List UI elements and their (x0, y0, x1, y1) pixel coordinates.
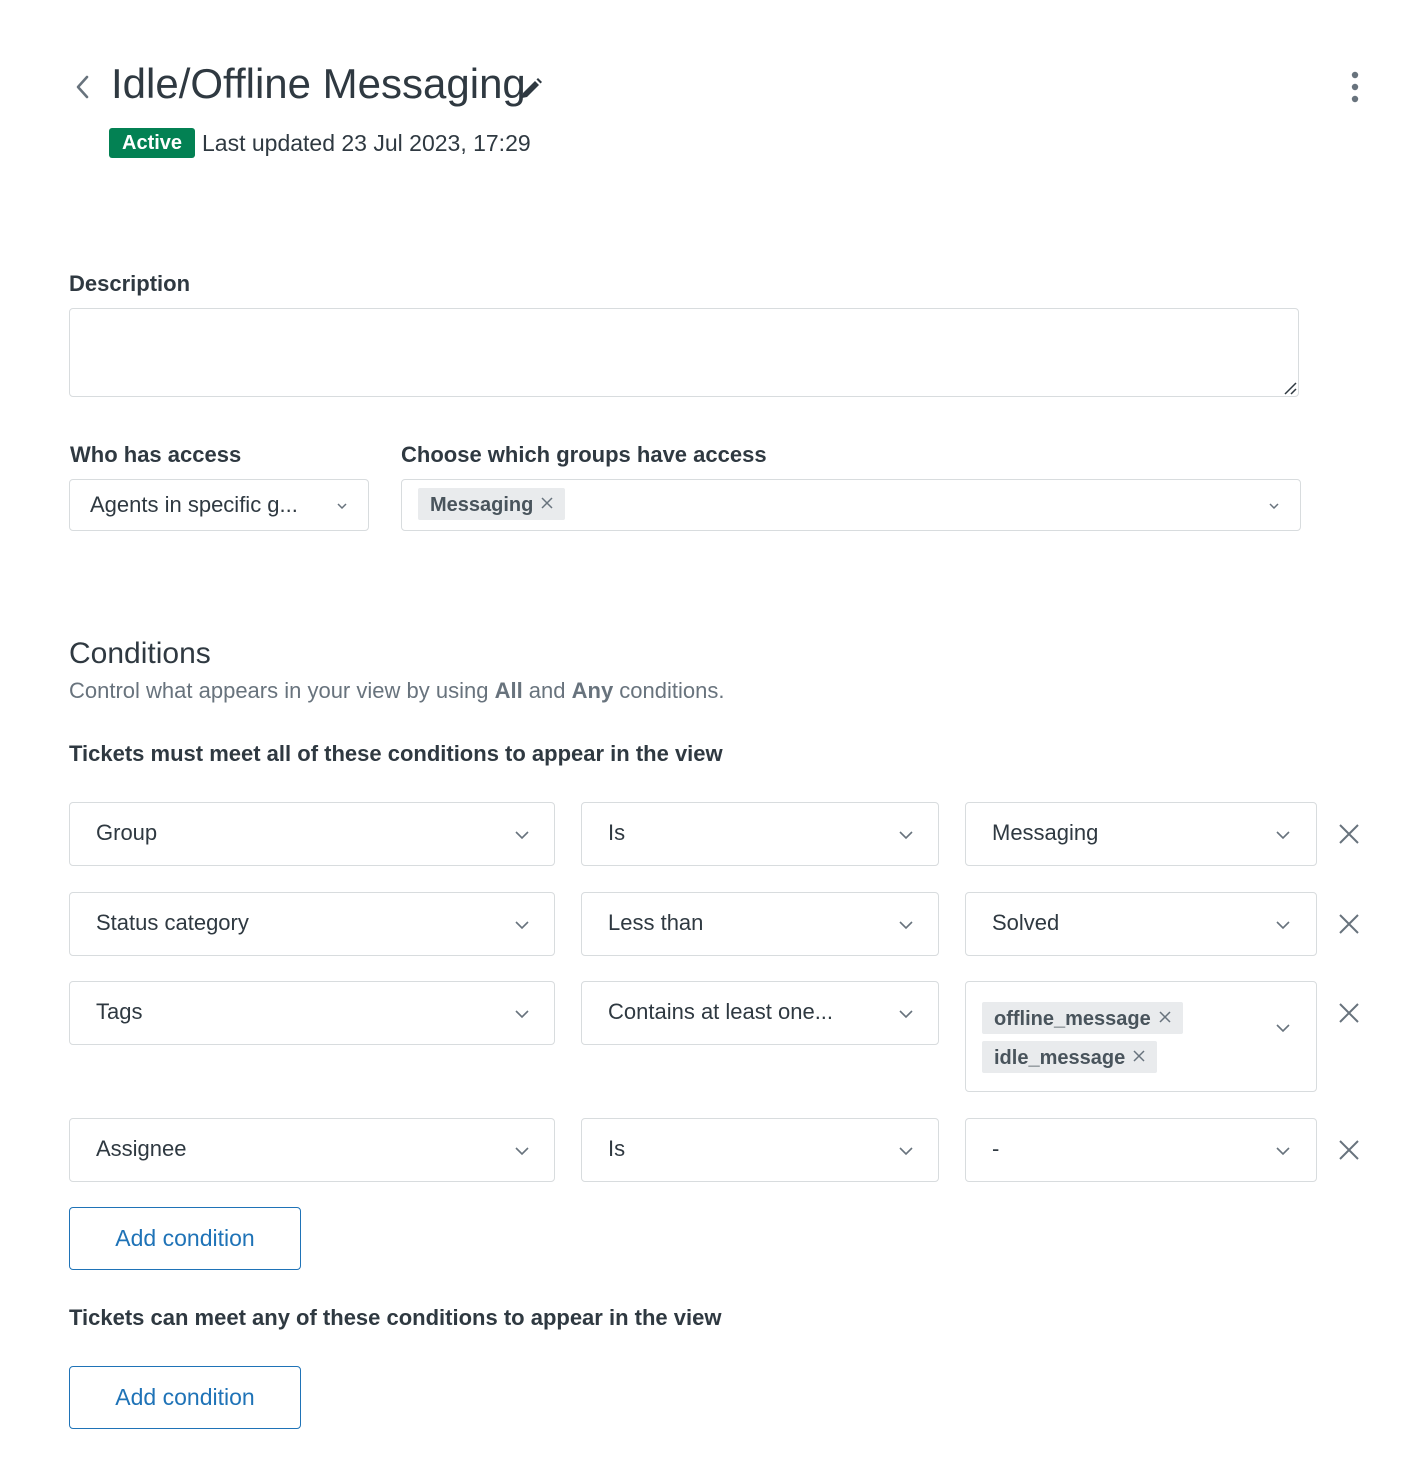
condition-value-value: Messaging (992, 820, 1099, 845)
condition-operator-value: Less than (608, 910, 704, 935)
condition-operator-value: Contains at least one... (608, 999, 834, 1024)
condition-field-select[interactable]: Status category (69, 892, 555, 956)
condition-field-value: Status category (96, 910, 249, 935)
any-conditions-heading: Tickets can meet any of these conditions… (69, 1305, 722, 1330)
page-title: Idle/Offline Messaging (111, 60, 526, 107)
close-icon[interactable] (1133, 1040, 1145, 1072)
remove-condition-icon[interactable] (1337, 822, 1361, 846)
chevron-down-icon (1275, 1021, 1291, 1035)
chevron-down-icon (514, 918, 530, 932)
condition-value-value: Solved (992, 910, 1060, 935)
who-has-access-value: Agents in specific g... (90, 492, 298, 517)
chevron-left-icon[interactable] (70, 72, 96, 102)
condition-operator-select[interactable]: Less than (581, 892, 939, 956)
status-badge: Active (109, 128, 196, 158)
group-tag-messaging: Messaging (418, 487, 566, 520)
chevron-down-icon (336, 500, 348, 512)
who-has-access-select[interactable]: Agents in specific g... (69, 479, 369, 531)
condition-operator-value: Is (608, 820, 626, 845)
chevron-down-icon (898, 1144, 914, 1158)
chevron-down-icon (898, 1007, 914, 1021)
condition-operator-select[interactable]: Is (581, 802, 939, 866)
condition-value-select[interactable]: Messaging (965, 802, 1317, 866)
condition-field-value: Group (96, 820, 158, 845)
who-has-access-label: Who has access (70, 442, 242, 467)
condition-tags-multiselect[interactable]: offline_message idle_message (965, 981, 1317, 1092)
add-all-condition-button[interactable]: Add condition (69, 1207, 301, 1270)
chevron-down-icon (1275, 918, 1291, 932)
condition-field-select[interactable]: Group (69, 802, 555, 866)
chevron-down-icon (1275, 1144, 1291, 1158)
condition-value-value: - (992, 1136, 1000, 1161)
condition-field-value: Assignee (96, 1136, 187, 1161)
chevron-down-icon (1275, 828, 1291, 842)
tag-chip-idle-message: idle_message (982, 1040, 1158, 1073)
groups-access-multiselect[interactable]: Messaging (401, 479, 1301, 531)
condition-field-select[interactable]: Assignee (69, 1118, 555, 1182)
conditions-title: Conditions (69, 637, 211, 670)
resize-handle-icon[interactable] (1281, 379, 1297, 395)
description-label: Description (69, 271, 191, 296)
chevron-down-icon (514, 1144, 530, 1158)
condition-field-select[interactable]: Tags (69, 981, 555, 1045)
chevron-down-icon (898, 828, 914, 842)
condition-operator-select[interactable]: Contains at least one... (581, 981, 939, 1045)
condition-operator-value: Is (608, 1136, 626, 1161)
chevron-down-icon (514, 1007, 530, 1021)
conditions-description: Control what appears in your view by usi… (69, 678, 725, 703)
pencil-icon[interactable] (518, 76, 544, 102)
condition-field-value: Tags (96, 999, 143, 1024)
condition-value-select[interactable]: - (965, 1118, 1317, 1182)
tag-chip-offline-message: offline_message (982, 1002, 1183, 1034)
kebab-menu-icon[interactable] (1341, 70, 1369, 104)
close-icon[interactable] (1159, 1001, 1171, 1033)
condition-operator-select[interactable]: Is (581, 1118, 939, 1182)
remove-condition-icon[interactable] (1337, 912, 1361, 936)
last-updated-text: Last updated 23 Jul 2023, 17:29 (202, 130, 531, 156)
close-icon[interactable] (541, 487, 553, 519)
chevron-down-icon (1268, 500, 1280, 512)
chevron-down-icon (514, 828, 530, 842)
groups-access-label: Choose which groups have access (401, 442, 767, 467)
description-textarea[interactable] (69, 308, 1299, 397)
all-conditions-heading: Tickets must meet all of these condition… (69, 741, 723, 766)
condition-value-select[interactable]: Solved (965, 892, 1317, 956)
add-any-condition-button[interactable]: Add condition (69, 1366, 301, 1429)
chevron-down-icon (898, 918, 914, 932)
remove-condition-icon[interactable] (1337, 1001, 1361, 1025)
remove-condition-icon[interactable] (1337, 1138, 1361, 1162)
